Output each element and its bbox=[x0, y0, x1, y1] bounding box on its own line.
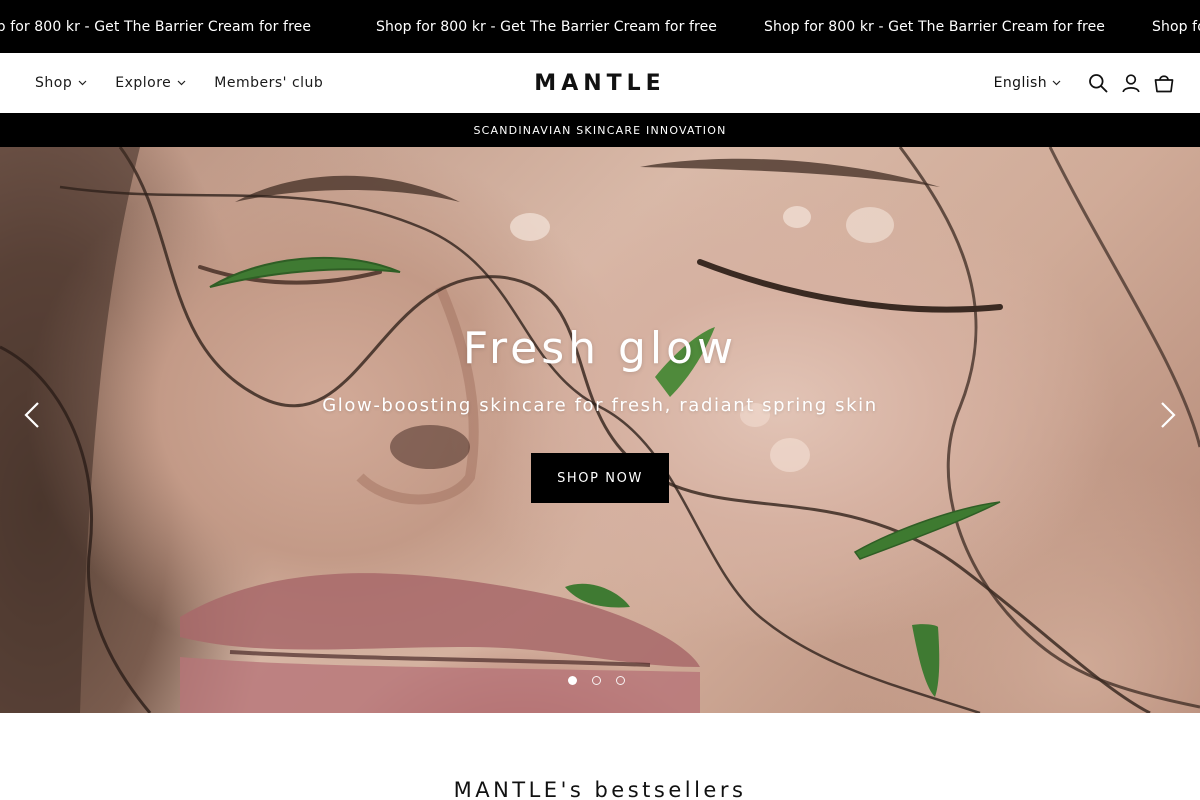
hero-subtitle: Glow-boosting skincare for fresh, radian… bbox=[322, 395, 878, 416]
carousel-pagination bbox=[568, 676, 640, 685]
bestsellers-title: MANTLE's bestsellers bbox=[453, 778, 747, 800]
brand-logo[interactable]: MANTLE bbox=[500, 53, 700, 113]
hero-image bbox=[0, 147, 1200, 713]
nav-members-label: Members' club bbox=[214, 75, 324, 91]
hero-carousel: Fresh glow Glow-boosting skincare for fr… bbox=[0, 147, 1200, 713]
announcement-message[interactable]: Shop for 800 kr - Get The Barrier Cream … bbox=[1152, 19, 1200, 35]
chevron-down-icon bbox=[1052, 80, 1061, 86]
header-utilities: English bbox=[994, 53, 1180, 113]
site-header: Shop Explore Members' club MANTLE Englis… bbox=[0, 53, 1200, 113]
account-icon[interactable] bbox=[1114, 67, 1147, 100]
chevron-right-icon bbox=[1160, 401, 1176, 433]
language-label: English bbox=[993, 75, 1047, 91]
announcement-track: op for 800 kr - Get The Barrier Cream fo… bbox=[0, 0, 1200, 53]
tagline-bar: SCANDINAVIAN SKINCARE INNOVATION bbox=[0, 113, 1200, 147]
chevron-left-icon bbox=[24, 401, 40, 433]
carousel-dot[interactable] bbox=[592, 676, 601, 685]
main-nav: Shop Explore Members' club bbox=[35, 53, 351, 113]
chevron-down-icon bbox=[78, 80, 87, 86]
carousel-dot[interactable] bbox=[568, 676, 577, 685]
cart-icon[interactable] bbox=[1147, 67, 1180, 100]
hero-title: Fresh glow bbox=[462, 323, 738, 374]
announcement-message[interactable]: Shop for 800 kr - Get The Barrier Cream … bbox=[764, 19, 1152, 35]
announcement-message[interactable]: Shop for 800 kr - Get The Barrier Cream … bbox=[376, 19, 764, 35]
carousel-prev-button[interactable] bbox=[17, 399, 47, 435]
search-icon[interactable] bbox=[1081, 67, 1114, 100]
nav-shop-label: Shop bbox=[35, 75, 73, 91]
announcement-message[interactable]: op for 800 kr - Get The Barrier Cream fo… bbox=[0, 19, 376, 35]
chevron-down-icon bbox=[177, 80, 186, 86]
language-selector[interactable]: English bbox=[994, 75, 1061, 91]
carousel-dot[interactable] bbox=[616, 676, 625, 685]
carousel-next-button[interactable] bbox=[1153, 399, 1183, 435]
nav-shop[interactable]: Shop bbox=[35, 75, 87, 91]
nav-members-club[interactable]: Members' club bbox=[214, 75, 323, 91]
nav-explore-label: Explore bbox=[115, 75, 172, 91]
announcement-bar: op for 800 kr - Get The Barrier Cream fo… bbox=[0, 0, 1200, 53]
nav-explore[interactable]: Explore bbox=[115, 75, 186, 91]
shop-now-button[interactable]: SHOP NOW bbox=[531, 453, 669, 503]
